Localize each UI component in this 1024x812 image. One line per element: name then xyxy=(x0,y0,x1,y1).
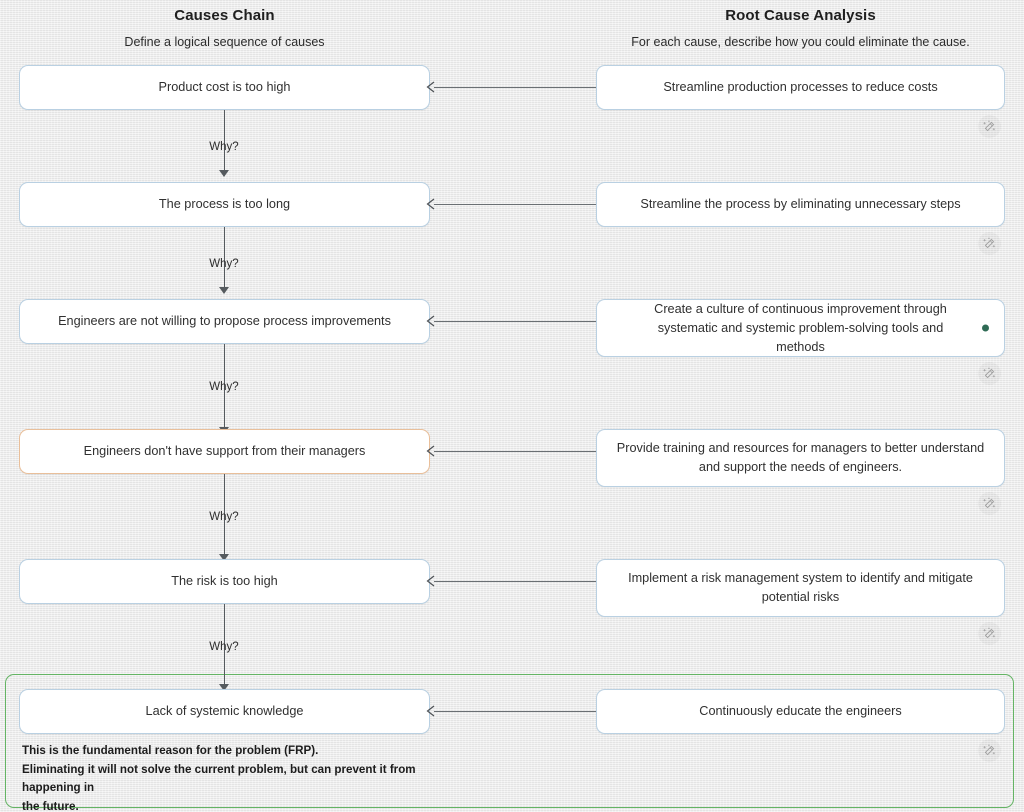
solution-card-3[interactable]: Create a culture of continuous improveme… xyxy=(596,299,1005,357)
cause-card-3-text: Engineers are not willing to propose pro… xyxy=(58,314,391,328)
magic-wand-button-6[interactable] xyxy=(978,739,1001,762)
solution-card-1-text: Streamline production processes to reduc… xyxy=(663,80,938,94)
cause-card-5[interactable]: The risk is too high xyxy=(19,559,430,604)
cause-card-1[interactable]: Product cost is too high xyxy=(19,65,430,110)
frp-note-line-2: Eliminating it will not solve the curren… xyxy=(22,762,416,795)
arrow-left-icon-4 xyxy=(426,445,435,457)
root-cause-analysis-column-header: Root Cause Analysis For each cause, desc… xyxy=(596,6,1005,51)
magic-wand-button-3[interactable] xyxy=(978,362,1001,385)
row-connector-4 xyxy=(434,451,596,452)
diagram-canvas: Causes Chain Define a logical sequence o… xyxy=(0,0,1024,812)
magic-wand-icon xyxy=(983,497,995,509)
why-label-1: Why? xyxy=(209,141,239,153)
solution-card-4-text: Provide training and resources for manag… xyxy=(616,441,985,474)
solution-card-1[interactable]: Streamline production processes to reduc… xyxy=(596,65,1005,110)
row-connector-1 xyxy=(434,87,596,88)
magic-wand-icon xyxy=(983,237,995,249)
arrow-left-icon-3 xyxy=(426,315,435,327)
solution-card-6-text: Continuously educate the engineers xyxy=(699,704,902,718)
causes-chain-title: Causes Chain xyxy=(174,7,275,24)
magic-wand-button-5[interactable] xyxy=(978,622,1001,645)
cause-card-2-text: The process is too long xyxy=(158,197,291,211)
why-label-3: Why? xyxy=(209,381,239,393)
cause-card-2[interactable]: The process is too long xyxy=(19,182,430,227)
arrow-down-icon-2 xyxy=(219,287,229,294)
cause-card-6-text: Lack of systemic knowledge xyxy=(145,704,304,718)
cause-card-1-text: Product cost is too high xyxy=(158,80,291,94)
arrow-left-icon-1 xyxy=(426,81,435,93)
why-label-2: Why? xyxy=(209,258,239,270)
solution-card-5[interactable]: Implement a risk management system to id… xyxy=(596,559,1005,617)
cause-card-4-text: Engineers don't have support from their … xyxy=(83,444,366,458)
cause-card-5-text: The risk is too high xyxy=(171,574,278,588)
solution-card-2[interactable]: Streamline the process by eliminating un… xyxy=(596,182,1005,227)
solution-card-3-marker-dot xyxy=(982,324,989,332)
causes-chain-column-header: Causes Chain Define a logical sequence o… xyxy=(19,6,430,51)
solution-card-2-text: Streamline the process by eliminating un… xyxy=(640,197,961,211)
row-connector-6 xyxy=(434,711,596,712)
magic-wand-icon xyxy=(983,120,995,132)
why-label-5: Why? xyxy=(209,641,239,653)
cause-card-4[interactable]: Engineers don't have support from their … xyxy=(19,429,430,474)
root-cause-analysis-title: Root Cause Analysis xyxy=(725,7,876,24)
solution-card-3-text: Create a culture of continuous improveme… xyxy=(654,301,947,354)
magic-wand-button-4[interactable] xyxy=(978,492,1001,515)
arrow-left-icon-5 xyxy=(426,575,435,587)
magic-wand-button-1[interactable] xyxy=(978,115,1001,138)
causes-chain-subtitle: Define a logical sequence of causes xyxy=(124,35,325,49)
frp-note-line-1: This is the fundamental reason for the p… xyxy=(22,744,319,757)
frp-note: This is the fundamental reason for the p… xyxy=(22,742,432,812)
magic-wand-button-2[interactable] xyxy=(978,232,1001,255)
cause-card-6[interactable]: Lack of systemic knowledge xyxy=(19,689,430,734)
row-connector-3 xyxy=(434,321,596,322)
solution-card-6[interactable]: Continuously educate the engineers xyxy=(596,689,1005,734)
row-connector-2 xyxy=(434,204,596,205)
cause-card-3[interactable]: Engineers are not willing to propose pro… xyxy=(19,299,430,344)
arrow-left-icon-2 xyxy=(426,198,435,210)
root-cause-analysis-subtitle: For each cause, describe how you could e… xyxy=(631,35,970,49)
arrow-down-icon-1 xyxy=(219,170,229,177)
solution-card-4[interactable]: Provide training and resources for manag… xyxy=(596,429,1005,487)
arrow-left-icon-6 xyxy=(426,705,435,717)
magic-wand-icon xyxy=(983,627,995,639)
magic-wand-icon xyxy=(983,367,995,379)
row-connector-5 xyxy=(434,581,596,582)
frp-note-line-3: the future. xyxy=(22,799,79,812)
solution-card-5-text: Implement a risk management system to id… xyxy=(628,571,973,604)
why-label-4: Why? xyxy=(209,511,239,523)
magic-wand-icon xyxy=(983,744,995,756)
